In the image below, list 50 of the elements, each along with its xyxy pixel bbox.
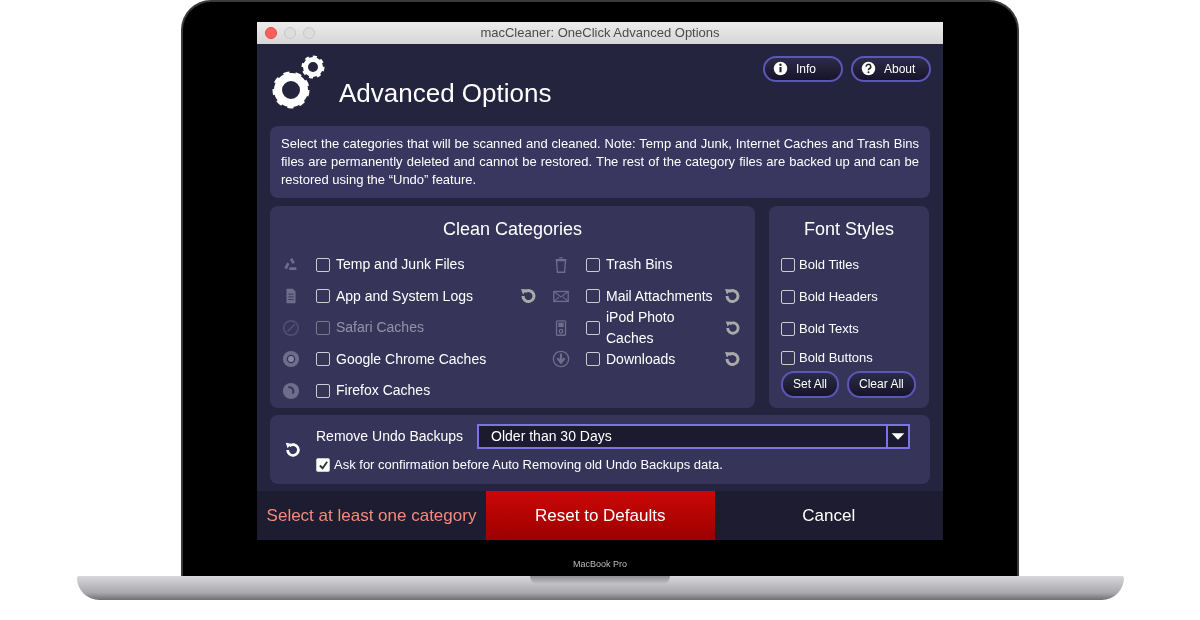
checkbox[interactable] — [586, 257, 600, 272]
checkbox-label: Firefox Caches — [336, 381, 431, 401]
checkbox-label: iPod Photo Caches — [606, 307, 676, 348]
small-button[interactable]: Clear All — [847, 370, 916, 398]
reset-button[interactable]: Reset to Defaults — [486, 491, 715, 540]
checkbox-label: Bold Buttons — [799, 349, 873, 368]
checkbox[interactable] — [781, 321, 795, 336]
field-label: Remove Undo Backups — [316, 427, 464, 447]
checkbox-label: Bold Titles — [799, 256, 859, 275]
window-title: macCleaner: OneClick Advanced Options — [480, 25, 720, 41]
description-text: Select the categories that will be scanned and cleaned. Note: Temp and Junk, Internet Caches and Trash Bins files are permanently deleted and cannot be restored. The rest of the category files are backed up and can be restored using the “Undo” feature. — [270, 125, 930, 198]
checkbox[interactable] — [316, 383, 330, 398]
download-icon — [552, 350, 570, 369]
help-icon — [861, 61, 876, 77]
cancel-button[interactable]: Cancel — [714, 491, 943, 540]
checkbox-label: Temp and Junk Files — [336, 255, 465, 275]
checkbox-label: Trash Bins — [606, 255, 673, 275]
chrome-icon — [282, 350, 300, 369]
checkbox[interactable] — [316, 352, 330, 367]
info-icon — [773, 61, 788, 77]
header-button[interactable]: About — [851, 55, 931, 82]
checkbox[interactable] — [316, 458, 330, 473]
dropdown[interactable]: Older than 30 Days — [477, 424, 910, 450]
checkbox[interactable] — [586, 289, 600, 304]
checkbox[interactable] — [781, 289, 795, 304]
small-button[interactable]: Set All — [781, 370, 840, 398]
checkbox-label: Bold Headers — [799, 288, 878, 307]
checkbox[interactable] — [586, 320, 600, 335]
laptop-label: MacBook Pro — [573, 558, 627, 571]
header-button[interactable]: Info — [763, 55, 843, 82]
checkbox[interactable] — [781, 257, 795, 272]
checkbox-label: App and System Logs — [336, 286, 473, 306]
checkbox-label: Safari Caches — [336, 318, 424, 338]
checkbox[interactable] — [586, 352, 600, 367]
checkbox-label: Mail Attachments — [606, 286, 713, 306]
checkbox[interactable] — [316, 289, 330, 304]
globe-icon — [282, 381, 300, 400]
checkbox-label: Bold Texts — [799, 320, 859, 339]
undo-icon — [284, 440, 302, 459]
checkbox[interactable] — [316, 257, 330, 272]
checkbox-label: Google Chrome Caches — [336, 349, 487, 369]
close-button[interactable] — [265, 26, 277, 39]
checkbox[interactable] — [781, 350, 795, 365]
compass-icon — [282, 318, 300, 337]
page-title: Advanced Options — [339, 76, 552, 110]
checkbox-label: Ask for confirmation before Auto Removing old Undo Backups data. — [334, 456, 723, 475]
checkbox-label: Downloads — [606, 349, 676, 369]
panel-title: Font Styles — [802, 217, 895, 241]
warning-text: Select at least one category — [257, 491, 486, 540]
panel-title: Clean Categories — [441, 217, 584, 241]
